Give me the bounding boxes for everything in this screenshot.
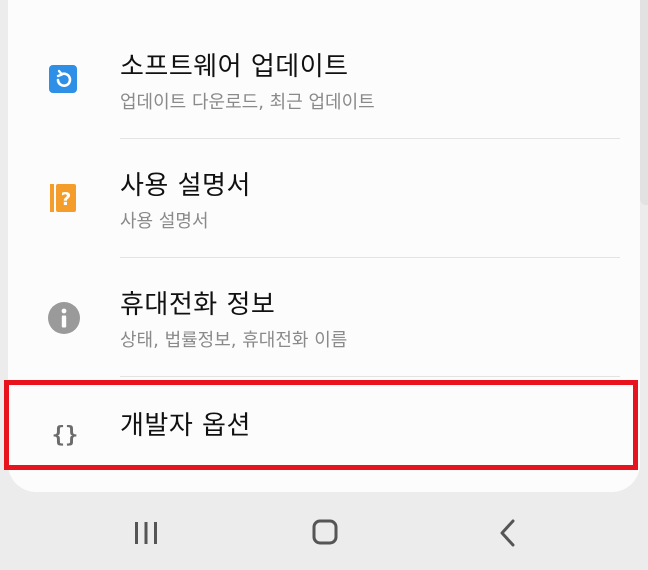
menu-item-title: 사용 설명서 xyxy=(120,171,251,201)
menu-item-phone-info[interactable]: 휴대전화 정보 상태, 법률정보, 휴대전화 이름 xyxy=(8,258,640,376)
software-update-icon xyxy=(48,64,78,94)
info-icon xyxy=(48,302,80,334)
svg-text:?: ? xyxy=(61,189,71,210)
home-icon[interactable] xyxy=(305,516,345,550)
highlight-box xyxy=(4,380,638,470)
menu-item-user-manual[interactable]: ? 사용 설명서 사용 설명서 xyxy=(8,139,640,257)
recent-apps-icon[interactable] xyxy=(126,516,166,550)
menu-item-subtitle: 사용 설명서 xyxy=(120,211,209,232)
back-icon[interactable] xyxy=(488,516,528,550)
scrollbar[interactable] xyxy=(640,0,648,205)
menu-item-subtitle: 상태, 법률정보, 휴대전화 이름 xyxy=(120,330,348,351)
menu-item-title: 소프트웨어 업데이트 xyxy=(120,52,349,82)
menu-item-title: 휴대전화 정보 xyxy=(120,290,276,320)
menu-item-software-update[interactable]: 소프트웨어 업데이트 업데이트 다운로드, 최근 업데이트 xyxy=(8,20,640,138)
menu-item-subtitle: 업데이트 다운로드, 최근 업데이트 xyxy=(120,92,375,113)
user-manual-icon: ? xyxy=(48,183,78,213)
navigation-bar xyxy=(0,500,648,570)
